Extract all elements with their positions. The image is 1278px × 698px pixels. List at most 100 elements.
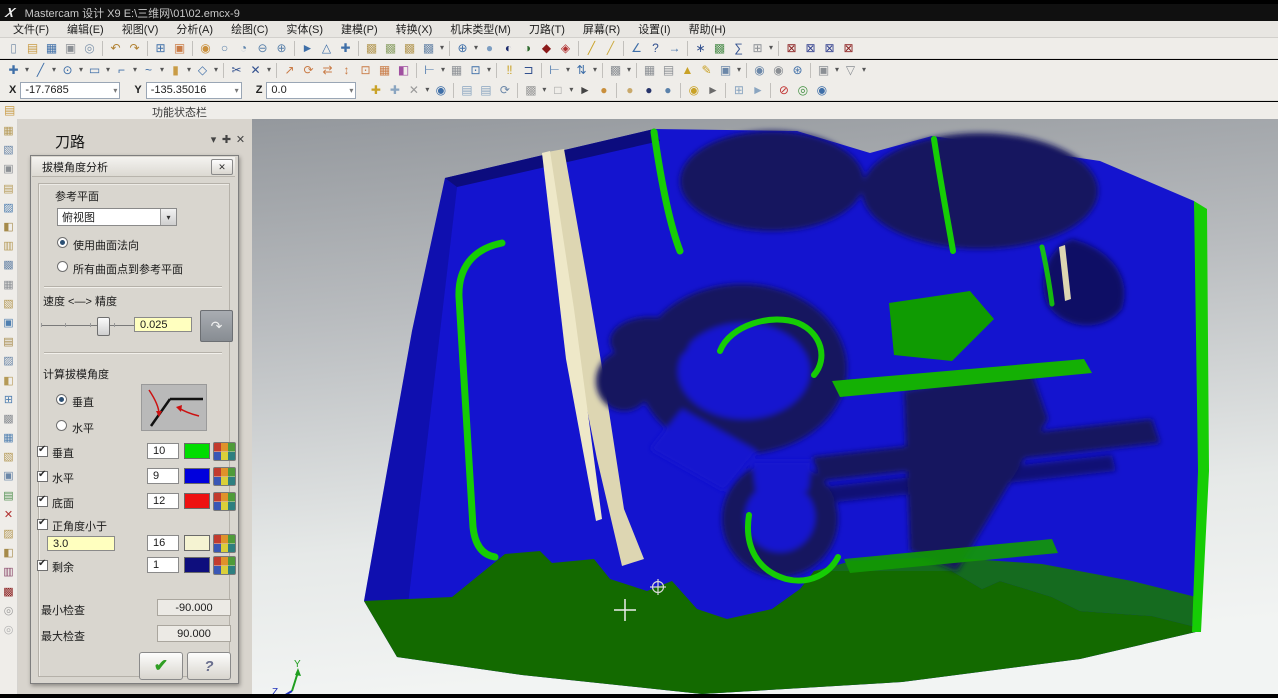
rect-menu-icon[interactable]: ▾	[104, 62, 112, 79]
selection-box-icon[interactable]: □	[549, 82, 566, 99]
graphics-viewport[interactable]: Y Z	[252, 119, 1278, 698]
remaining-value-field[interactable]: 1	[147, 557, 179, 573]
slider-thumb[interactable]	[97, 317, 110, 336]
hatch-red2-icon[interactable]: ◈	[557, 40, 574, 57]
reference-plane-combobox[interactable]: 俯视图 ▾	[57, 208, 177, 226]
title-bar[interactable]: X Mastercam 设计 X9 E:\三维网\01\02.emcx-9	[0, 4, 1278, 21]
menu-item[interactable]: 机床类型(M)	[441, 21, 520, 37]
origin-icon[interactable]: ✚	[367, 82, 384, 99]
orient-view-icon[interactable]: ✚	[337, 40, 354, 57]
horizontal-palette-button[interactable]	[213, 467, 236, 486]
ball-blue-icon[interactable]: ●	[659, 82, 676, 99]
solid-create-icon[interactable]: ▮	[167, 62, 184, 79]
grid-ball-icon[interactable]: ⊞	[730, 82, 747, 99]
bottom-color-swatch[interactable]	[184, 493, 210, 509]
viewsheets-icon[interactable]: ⊞	[152, 40, 169, 57]
line-create-icon[interactable]: ╱	[32, 62, 49, 79]
combo-dropdown-icon[interactable]: ▾	[160, 209, 176, 225]
shade-green-icon[interactable]: ◑	[519, 40, 536, 57]
radio-horizontal[interactable]	[56, 420, 67, 431]
lt-delete-icon[interactable]: ✕	[1, 507, 17, 523]
solid-menu-icon[interactable]: ▾	[185, 62, 193, 79]
lt-tool-22-icon[interactable]: ▨	[1, 527, 17, 543]
lt-tool-19-icon[interactable]: ▣	[1, 469, 17, 485]
zoom-in-icon[interactable]: ⊕	[273, 40, 290, 57]
drafting-menu-icon[interactable]: ▾	[212, 62, 220, 79]
help-button[interactable]: ?	[187, 652, 231, 680]
lt-tool-9-icon[interactable]: ▦	[1, 277, 17, 293]
paste-entity-icon[interactable]: ▤	[477, 82, 494, 99]
new-file-icon[interactable]: ▯	[5, 40, 22, 57]
trim-icon[interactable]: ✂	[228, 62, 245, 79]
measure-v-menu-icon[interactable]: ▾	[591, 62, 599, 79]
measure-h-icon[interactable]: ⊢	[546, 62, 563, 79]
positive-angle-threshold-input[interactable]: 3.0	[47, 536, 115, 551]
no-entry-icon[interactable]: ⊘	[775, 82, 792, 99]
hatch-icon[interactable]: ▩	[607, 62, 624, 79]
max-check-field[interactable]: 90.000	[157, 625, 231, 642]
funnel-icon[interactable]: ▽	[842, 62, 859, 79]
horizontal-checkbox[interactable]: ✔	[37, 469, 48, 482]
horizontal-value-field[interactable]: 9	[147, 468, 179, 484]
redo-icon[interactable]: ↷	[126, 40, 143, 57]
hatch-menu-icon[interactable]: ▾	[625, 62, 633, 79]
top-view-icon[interactable]: ▩	[401, 40, 418, 57]
positive-angle-color-swatch[interactable]	[184, 535, 210, 551]
menu-item[interactable]: 建模(P)	[332, 21, 387, 37]
spline-menu-icon[interactable]: ▾	[158, 62, 166, 79]
analyze-distance-icon[interactable]: →	[666, 40, 683, 57]
analyze-menu-arrow-icon[interactable]: ▾	[767, 40, 775, 57]
y-dropdown-icon[interactable]: ▾	[235, 86, 239, 95]
shade-dark-icon[interactable]: ◐	[500, 40, 517, 57]
z-coordinate-input[interactable]: 0.0 ▾	[266, 81, 357, 99]
clear-menu-icon[interactable]: ▾	[423, 82, 431, 99]
line-width-icon[interactable]: ╱	[602, 40, 619, 57]
analyze-position-icon[interactable]: ∠	[628, 40, 645, 57]
lt-tool-10-icon[interactable]: ▧	[1, 296, 17, 312]
menu-item[interactable]: 分析(A)	[167, 21, 222, 37]
copy-entity-icon[interactable]: ▤	[458, 82, 475, 99]
sphere-icon[interactable]: ●	[481, 40, 498, 57]
remaining-palette-button[interactable]	[213, 556, 236, 575]
menu-item[interactable]: 屏幕(R)	[574, 21, 629, 37]
xform-scale-icon[interactable]: ⊡	[357, 62, 374, 79]
circle-menu-icon[interactable]: ▾	[77, 62, 85, 79]
fillet-create-icon[interactable]: ⌐	[113, 62, 130, 79]
mesh-icon[interactable]: ▤	[660, 62, 677, 79]
xform-array-icon[interactable]: ▦	[376, 62, 393, 79]
frame-icon[interactable]: ⊡	[467, 62, 484, 79]
panel-collapse-icon[interactable]: ▾	[207, 133, 220, 146]
net-icon[interactable]: ⊛	[789, 62, 806, 79]
ball-tan-icon[interactable]: ●	[621, 82, 638, 99]
pan-icon[interactable]: ►	[299, 40, 316, 57]
lt-tool-27-icon[interactable]: ◎	[1, 622, 17, 638]
zoom-out-icon[interactable]: ⊖	[254, 40, 271, 57]
lt-tool-23-icon[interactable]: ◧	[1, 546, 17, 562]
panel-close-icon[interactable]: ✕	[234, 133, 247, 146]
hatch-red-icon[interactable]: ◆	[538, 40, 555, 57]
point-create-icon[interactable]: ✚	[5, 62, 22, 79]
dim-menu-icon[interactable]: ▾	[439, 62, 447, 79]
undo-icon[interactable]: ↶	[107, 40, 124, 57]
lt-tool-15-icon[interactable]: ⊞	[1, 392, 17, 408]
pencil-icon[interactable]: ✎	[698, 62, 715, 79]
menu-item[interactable]: 文件(F)	[4, 21, 58, 37]
dialog-close-button[interactable]: ✕	[211, 159, 233, 175]
lt-tool-11-icon[interactable]: ▣	[1, 315, 17, 331]
pick-doc-icon[interactable]: ►	[749, 82, 766, 99]
lt-tool-6-icon[interactable]: ◧	[1, 220, 17, 236]
lt-tool-18-icon[interactable]: ▧	[1, 450, 17, 466]
dim-horizontal-icon[interactable]: ⊢	[421, 62, 438, 79]
lt-tool-1-icon[interactable]: ▦	[1, 124, 17, 140]
save-icon[interactable]: ▦	[43, 40, 60, 57]
lt-tool-4-icon[interactable]: ▤	[1, 181, 17, 197]
ok-button[interactable]: ✔	[139, 652, 183, 680]
grid-snap-menu-icon[interactable]: ▾	[540, 82, 548, 99]
line-style-icon[interactable]: ╱	[583, 40, 600, 57]
front-view-icon[interactable]: ▩	[382, 40, 399, 57]
pattern-icon[interactable]: ▦	[448, 62, 465, 79]
delete-menu-icon[interactable]: ▾	[265, 62, 273, 79]
tolerance-input[interactable]: 0.025	[134, 317, 192, 332]
xform-project-icon[interactable]: ◧	[395, 62, 412, 79]
analyze-help-icon[interactable]: ?	[647, 40, 664, 57]
